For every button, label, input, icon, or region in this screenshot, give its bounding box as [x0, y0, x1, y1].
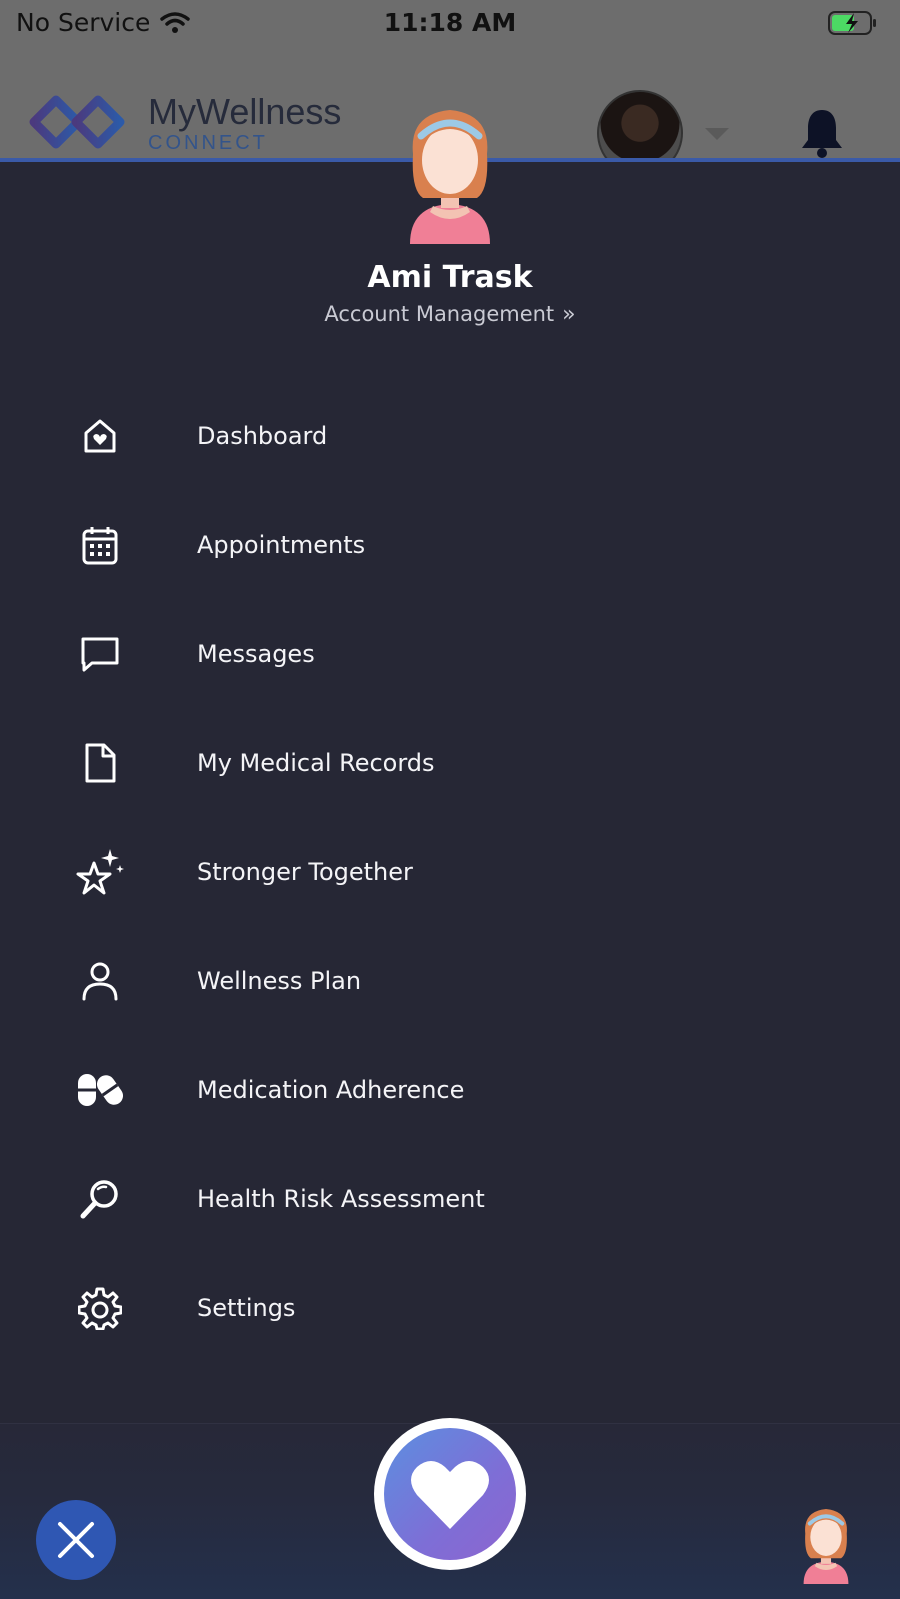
chevron-down-icon[interactable]	[705, 128, 729, 140]
menu-item-label: Wellness Plan	[197, 967, 362, 995]
menu-item-label: Settings	[197, 1294, 296, 1322]
logo-title: MyWellness	[148, 91, 342, 132]
calendar-icon	[74, 519, 126, 571]
menu-item-label: Appointments	[197, 531, 366, 559]
close-icon	[58, 1522, 94, 1558]
heart-icon	[411, 1461, 489, 1529]
document-icon	[74, 737, 126, 789]
battery-icon	[828, 10, 878, 40]
menu-item-dashboard[interactable]: Dashboard	[0, 396, 900, 476]
menu-item-label: Dashboard	[197, 422, 328, 450]
profile-name: Ami Trask	[367, 260, 533, 295]
menu-item-label: Medication Adherence	[197, 1076, 465, 1104]
person-icon	[74, 955, 126, 1007]
close-drawer-button[interactable]	[36, 1500, 116, 1580]
magnifier-icon	[74, 1173, 126, 1225]
menu-item-label: My Medical Records	[197, 749, 435, 777]
status-bar: No Service 11:18 AM	[0, 0, 900, 48]
logo-hearts-icon	[29, 95, 125, 149]
heart-button-inner	[384, 1428, 516, 1560]
menu-item-messages[interactable]: Messages	[0, 614, 900, 694]
app-logo: MyWellness CONNECT	[26, 92, 341, 156]
user-avatar-small[interactable]	[795, 1500, 857, 1584]
menu-item-label: Health Risk Assessment	[197, 1185, 485, 1213]
menu-item-settings[interactable]: Settings	[0, 1268, 900, 1348]
logo-subtitle: CONNECT	[148, 132, 268, 154]
menu-item-medication-adherence[interactable]: Medication Adherence	[0, 1050, 900, 1130]
menu-item-label: Stronger Together	[197, 858, 413, 886]
bell-icon[interactable]	[798, 106, 846, 160]
menu-item-health-risk-assessment[interactable]: Health Risk Assessment	[0, 1159, 900, 1239]
wellness-heart-button[interactable]	[374, 1418, 526, 1570]
double-chevron-right-icon: »	[562, 302, 576, 327]
menu-item-appointments[interactable]: Appointments	[0, 505, 900, 585]
navigation-drawer: Ami Trask Account Management» Dashboard …	[0, 110, 900, 1423]
home-heart-icon	[74, 410, 126, 462]
profile-avatar[interactable]	[395, 94, 505, 244]
stars-icon	[74, 846, 126, 898]
menu-item-wellness-plan[interactable]: Wellness Plan	[0, 941, 900, 1021]
menu-item-stronger-together[interactable]: Stronger Together	[0, 832, 900, 912]
clock: 11:18 AM	[383, 8, 517, 37]
chat-bubble-icon	[74, 628, 126, 680]
account-management-label: Account Management	[324, 302, 555, 326]
gear-icon	[74, 1282, 126, 1334]
pills-icon	[74, 1064, 126, 1116]
menu-item-medical-records[interactable]: My Medical Records	[0, 723, 900, 803]
menu-item-label: Messages	[197, 640, 315, 668]
account-management-link[interactable]: Account Management »	[0, 302, 900, 327]
